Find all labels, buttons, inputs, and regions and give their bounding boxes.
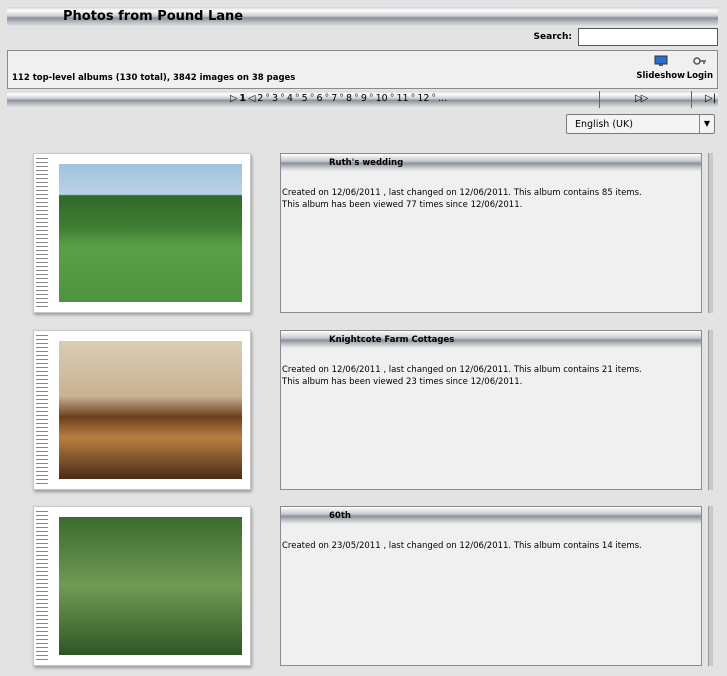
album-header: Ruth's wedding — [281, 154, 701, 171]
album-rail — [708, 506, 713, 666]
album-description: Created on 23/05/2011 , last changed on … — [282, 540, 642, 552]
album-description: Created on 12/06/2011 , last changed on … — [282, 364, 642, 388]
album-header: Knightcote Farm Cottages — [281, 331, 701, 348]
spiral-binding — [36, 511, 48, 661]
album-title-link[interactable]: Knightcote Farm Cottages — [329, 335, 454, 345]
login-label: Login — [686, 71, 713, 81]
next-page-button[interactable]: ▷▷ — [635, 93, 648, 104]
album-thumbnail[interactable] — [33, 153, 251, 313]
page-link[interactable]: 2 — [257, 93, 263, 104]
pager-divider — [691, 91, 692, 108]
prev-page-arrow[interactable]: ◁ — [248, 93, 255, 104]
page-separator: ° — [294, 93, 300, 104]
last-page-button[interactable]: ▷| — [705, 93, 716, 104]
page-separator: ° — [354, 93, 359, 104]
album-rail — [708, 153, 713, 313]
spiral-binding — [36, 158, 48, 308]
page-separator: ° — [368, 93, 374, 104]
pager-divider — [599, 91, 600, 108]
album-photo[interactable] — [59, 164, 242, 302]
search-label: Search: — [533, 32, 572, 42]
slideshow-button[interactable]: Slideshow — [636, 55, 685, 81]
album-title-link[interactable]: Ruth's wedding — [329, 158, 403, 168]
language-value: English (UK) — [575, 119, 633, 130]
album-info-panel: 60th Created on 23/05/2011 , last change… — [280, 506, 702, 666]
page-separator: ° — [280, 93, 285, 104]
pagination-bar: ▷ 1 ◁ 2 ° 3 ° 4 ° 5 ° 6 ° 7 ° 8 ° 9 ° 10 ° 11 ° 12 °... ▷▷ ▷| — [7, 91, 718, 108]
page-separator: ° — [324, 93, 330, 104]
page-separator: ° — [339, 93, 345, 104]
album-thumbnail[interactable] — [33, 506, 251, 666]
page-link[interactable]: 12 — [417, 93, 429, 104]
search-row: Search: — [7, 28, 718, 48]
slideshow-label: Slideshow — [636, 71, 685, 81]
page-separator: ° — [431, 93, 437, 104]
language-select[interactable]: English (UK) ▼ — [566, 114, 715, 134]
album-info-panel: Ruth's wedding Created on 12/06/2011 , l… — [280, 153, 702, 313]
page-separator: ° — [309, 93, 315, 104]
album-stats: Created on 23/05/2011 , last changed on … — [282, 541, 642, 551]
key-icon — [687, 55, 713, 69]
search-input[interactable] — [578, 28, 718, 46]
page-separator: ° — [265, 93, 271, 104]
spiral-binding — [36, 335, 48, 485]
title-bar: Photos from Pound Lane — [7, 7, 718, 27]
page-link[interactable]: 3 — [272, 93, 278, 104]
page-link[interactable]: 11 — [396, 93, 408, 104]
login-button[interactable]: Login — [687, 55, 713, 81]
album-photo[interactable] — [59, 517, 242, 655]
page-link[interactable]: 7 — [331, 93, 337, 104]
page-link[interactable]: 8 — [346, 93, 352, 104]
album-info-panel: Knightcote Farm Cottages Created on 12/0… — [280, 330, 702, 490]
monitor-icon — [636, 55, 685, 69]
album-stats: Created on 12/06/2011 , last changed on … — [282, 188, 642, 198]
album-stats: Created on 12/06/2011 , last changed on … — [282, 365, 642, 375]
first-page-arrow[interactable]: ▷ — [230, 93, 237, 104]
album-summary: 112 top-level albums (130 total), 3842 i… — [12, 73, 296, 83]
page-link[interactable]: 4 — [287, 93, 293, 104]
page-links: ▷ 1 ◁ 2 ° 3 ° 4 ° 5 ° 6 ° 7 ° 8 ° 9 ° 10 ° 11 ° 12 °... — [229, 93, 448, 104]
album-entry: 60th Created on 23/05/2011 , last change… — [0, 506, 727, 676]
current-page: 1 — [239, 93, 246, 104]
album-thumbnail[interactable] — [33, 330, 251, 490]
page-separator: ° — [389, 93, 395, 104]
album-description: Created on 12/06/2011 , last changed on … — [282, 187, 642, 211]
album-rail — [708, 330, 713, 490]
album-header: 60th — [281, 507, 701, 524]
album-views: This album has been viewed 77 times sinc… — [282, 200, 523, 210]
album-entry: Knightcote Farm Cottages Created on 12/0… — [0, 330, 727, 500]
page-link[interactable]: 10 — [376, 93, 388, 104]
album-title-link[interactable]: 60th — [329, 511, 351, 521]
page-link[interactable]: 9 — [361, 93, 367, 104]
page-ellipsis: ... — [438, 93, 448, 104]
gallery-info-box: 112 top-level albums (130 total), 3842 i… — [7, 50, 718, 89]
album-views: This album has been viewed 23 times sinc… — [282, 377, 523, 387]
page-link[interactable]: 6 — [316, 93, 322, 104]
page-title: Photos from Pound Lane — [63, 9, 244, 24]
page-separator: ° — [410, 93, 416, 104]
chevron-down-icon[interactable]: ▼ — [699, 115, 714, 133]
page-link[interactable]: 5 — [302, 93, 308, 104]
album-photo[interactable] — [59, 341, 242, 479]
album-entry: Ruth's wedding Created on 12/06/2011 , l… — [0, 153, 727, 323]
